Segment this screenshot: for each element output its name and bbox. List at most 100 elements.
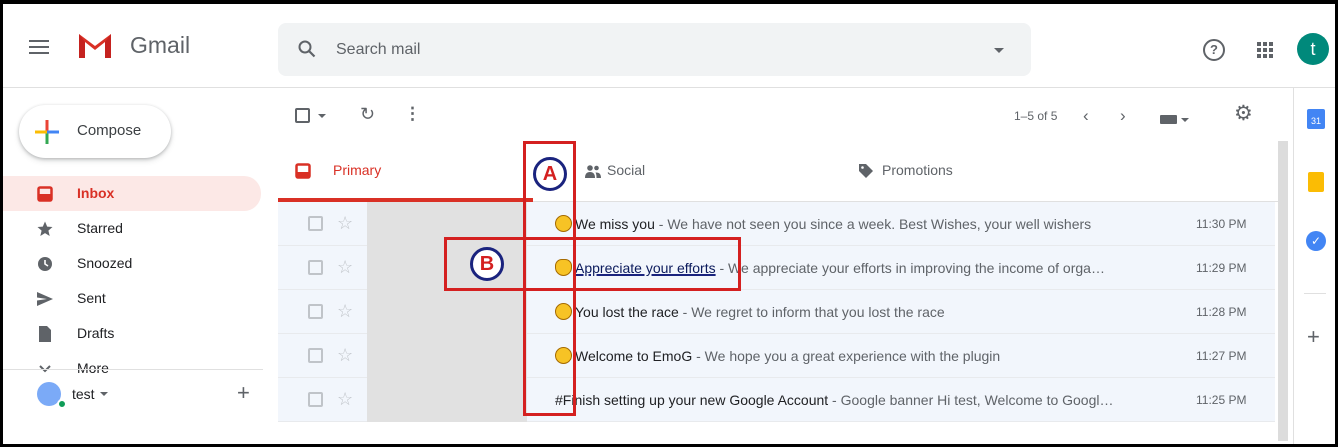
email-snippet: - Google banner Hi test, Welcome to Goog…	[828, 392, 1114, 408]
input-tools-caret-icon[interactable]	[1181, 118, 1189, 122]
sidebar-item-snoozed[interactable]: Snoozed	[3, 246, 261, 281]
email-time: 11:30 PM	[1196, 217, 1247, 231]
row-checkbox[interactable]	[308, 216, 323, 231]
sidebar-item-label: Starred	[77, 220, 123, 236]
email-row[interactable]: ☆ We miss you - We have not seen you sin…	[278, 202, 1275, 246]
annotation-label-b: B	[470, 247, 504, 281]
email-subject: Welcome to EmoG	[575, 348, 693, 364]
side-panel-rail: 31 ✓ +	[1293, 88, 1335, 444]
send-icon	[37, 292, 53, 306]
tab-promotions[interactable]: Promotions	[841, 139, 1091, 201]
sidebar-item-inbox[interactable]: Inbox	[3, 176, 261, 211]
email-snippet: - We hope you a great experience with th…	[692, 348, 1001, 364]
row-checkbox[interactable]	[308, 304, 323, 319]
settings-gear-icon[interactable]: ⚙	[1234, 101, 1253, 126]
tag-icon	[859, 164, 873, 178]
keyboard-icon[interactable]	[1160, 115, 1177, 124]
category-tabs: Primary Social Promotions	[278, 139, 1278, 202]
top-bar: Gmail ? t	[3, 4, 1335, 88]
user-name[interactable]: test	[72, 386, 95, 402]
annotation-label-a: A	[533, 157, 567, 191]
row-checkbox[interactable]	[308, 260, 323, 275]
tasks-icon[interactable]: ✓	[1306, 231, 1326, 251]
email-subject: We miss you	[575, 216, 655, 232]
star-toggle-icon[interactable]: ☆	[337, 345, 353, 366]
online-status-icon	[57, 399, 67, 409]
search-icon[interactable]	[298, 40, 316, 58]
keep-icon[interactable]	[1308, 172, 1324, 192]
pagination-count: 1–5 of 5	[1014, 109, 1058, 123]
hamburger-menu-icon[interactable]	[29, 40, 49, 54]
add-contact-icon[interactable]: +	[237, 380, 250, 406]
star-toggle-icon[interactable]: ☆	[337, 389, 353, 410]
more-options-icon[interactable]: ⋮	[404, 104, 421, 124]
row-checkbox[interactable]	[308, 392, 323, 407]
search-input[interactable]	[336, 39, 936, 61]
email-snippet: - We have not seen you since a week. Bes…	[654, 216, 1092, 232]
sender-redacted	[367, 334, 527, 378]
email-row[interactable]: ☆ You lost the race - We regret to infor…	[278, 290, 1275, 334]
row-checkbox[interactable]	[308, 348, 323, 363]
email-snippet: - We appreciate your efforts in improvin…	[715, 260, 1105, 276]
email-time: 11:28 PM	[1196, 305, 1247, 319]
email-snippet: - We regret to inform that you lost the …	[678, 304, 945, 320]
star-toggle-icon[interactable]: ☆	[337, 257, 353, 278]
sidebar-item-label: Snoozed	[77, 255, 133, 271]
email-summary: You lost the race - We regret to inform …	[575, 304, 1195, 320]
email-list: ☆ We miss you - We have not seen you sin…	[278, 202, 1275, 422]
email-time: 11:27 PM	[1196, 349, 1247, 363]
inbox-icon	[37, 186, 53, 202]
inbox-icon	[295, 163, 311, 179]
sidebar-item-label: Inbox	[77, 185, 115, 201]
tab-label: Primary	[333, 162, 382, 178]
email-row[interactable]: ☆ Welcome to EmoG - We hope you a great …	[278, 334, 1275, 378]
draft-icon	[39, 326, 51, 342]
email-summary: We miss you - We have not seen you since…	[575, 216, 1195, 232]
tab-label: Promotions	[882, 162, 953, 178]
tab-social[interactable]: Social	[568, 139, 818, 201]
email-time: 11:29 PM	[1196, 261, 1247, 275]
calendar-icon[interactable]: 31	[1307, 109, 1325, 129]
search-bar[interactable]	[278, 23, 1031, 76]
sender-redacted	[367, 290, 527, 334]
email-row[interactable]: ☆ Appreciate your efforts - We appreciat…	[278, 246, 1275, 290]
sidebar-nav: Inbox Starred Snoozed Sent Drafts More	[3, 176, 263, 373]
plus-icon	[35, 120, 59, 144]
help-icon[interactable]: ?	[1203, 39, 1225, 61]
gmail-logo-icon[interactable]	[76, 30, 114, 60]
email-time: 11:25 PM	[1196, 393, 1247, 407]
star-icon	[37, 221, 53, 236]
email-summary: #Finish setting up your new Google Accou…	[555, 392, 1175, 408]
get-addons-icon[interactable]: +	[1307, 324, 1320, 350]
sidebar-item-label: Sent	[77, 290, 106, 306]
select-all-checkbox[interactable]	[295, 108, 310, 123]
older-page-icon[interactable]: ›	[1120, 106, 1126, 126]
list-scrollbar[interactable]	[1278, 141, 1288, 441]
user-menu-caret-icon[interactable]	[100, 392, 108, 396]
clock-icon	[38, 257, 52, 271]
tab-primary[interactable]: Primary	[278, 139, 533, 201]
select-menu-caret-icon[interactable]	[318, 114, 326, 118]
email-subject: You lost the race	[575, 304, 679, 320]
star-toggle-icon[interactable]: ☆	[337, 213, 353, 234]
account-avatar[interactable]: t	[1297, 33, 1329, 65]
sidebar-item-sent[interactable]: Sent	[3, 281, 261, 316]
sidebar-item-label: Drafts	[77, 325, 115, 341]
email-subject: #Finish setting up your new Google Accou…	[555, 392, 829, 408]
email-row[interactable]: ☆ #Finish setting up your new Google Acc…	[278, 378, 1275, 422]
sender-redacted	[367, 378, 527, 422]
refresh-icon[interactable]: ↻	[360, 104, 375, 125]
star-toggle-icon[interactable]: ☆	[337, 301, 353, 322]
people-icon	[585, 165, 601, 178]
search-options-icon[interactable]	[994, 48, 1004, 53]
list-toolbar: ↻ ⋮ 1–5 of 5 ‹ › ⚙	[278, 94, 1278, 139]
newer-page-icon[interactable]: ‹	[1083, 106, 1089, 126]
brand-name[interactable]: Gmail	[130, 32, 190, 59]
email-summary: Welcome to EmoG - We hope you a great ex…	[575, 348, 1195, 364]
compose-button[interactable]: Compose	[19, 105, 171, 158]
apps-grid-icon[interactable]	[1257, 42, 1273, 58]
sidebar-item-drafts[interactable]: Drafts	[3, 316, 261, 351]
sidebar-item-starred[interactable]: Starred	[3, 211, 261, 246]
rail-divider	[1304, 293, 1326, 294]
hangouts-user-row: test +	[3, 369, 263, 419]
